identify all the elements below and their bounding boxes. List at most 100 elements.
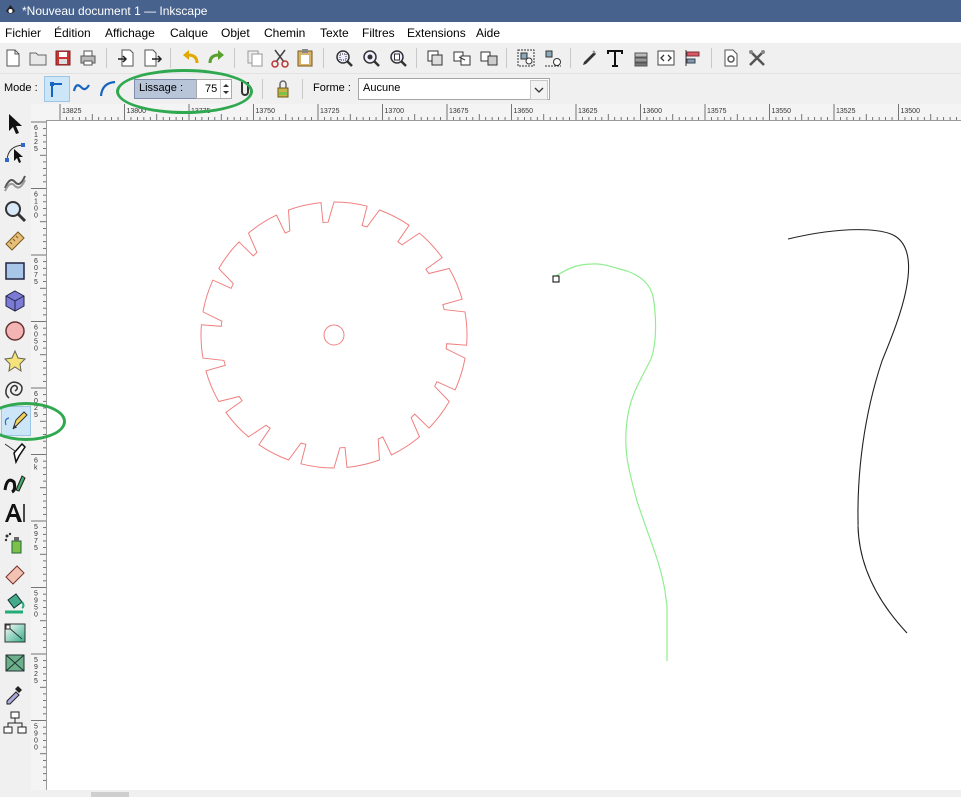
star-icon	[3, 349, 27, 373]
vertical-ruler[interactable]: 612561006075605060256k5975595059255900	[31, 120, 47, 790]
zoom-drawing-icon	[363, 50, 380, 67]
align-distribute-button[interactable]	[682, 47, 704, 69]
unlink-clone-button[interactable]	[478, 47, 500, 69]
shape-select[interactable]: Aucune	[358, 78, 550, 100]
lpe-button[interactable]	[272, 78, 294, 100]
spiral-icon	[5, 381, 23, 399]
mode-bezier-button[interactable]	[44, 76, 70, 102]
scrollbar-thumb[interactable]	[91, 792, 129, 797]
mode-spiro-button[interactable]	[71, 77, 93, 99]
menu-chemin[interactable]: Chemin	[264, 26, 305, 40]
layers-button[interactable]	[630, 47, 652, 69]
menu-calque[interactable]: Calque	[170, 26, 208, 40]
save-button[interactable]	[52, 47, 74, 69]
zoom-selection-button[interactable]	[333, 47, 355, 69]
ruler-label-char: 2	[34, 405, 38, 412]
shape-dropdown-button[interactable]	[530, 80, 548, 100]
ruler-label-char: 2	[34, 671, 38, 678]
export-button[interactable]	[141, 47, 163, 69]
horizontal-scrollbar[interactable]	[31, 790, 961, 797]
horizontal-ruler[interactable]: 13825 13800 13775 13750 13725 13700 13675 13650…	[46, 104, 961, 121]
paste-icon	[297, 49, 313, 67]
text-font-button[interactable]	[604, 47, 626, 69]
ungroup-button[interactable]	[542, 47, 564, 69]
menu-fichier[interactable]: Fichier	[5, 26, 41, 40]
tool-tweak[interactable]	[2, 168, 28, 194]
pressure-button[interactable]	[234, 78, 256, 100]
tool-pen[interactable]	[2, 440, 28, 466]
separator	[106, 48, 107, 68]
tool-paint-bucket[interactable]	[2, 590, 28, 616]
group-button[interactable]	[515, 47, 537, 69]
vertical-ruler-ticks: 612561006075605060256k5975595059255900	[31, 121, 46, 781]
redo-button[interactable]	[205, 47, 227, 69]
ruler-label-char: 6	[34, 458, 38, 465]
new-document-button[interactable]	[2, 47, 24, 69]
smoothing-input[interactable]: 75	[196, 79, 232, 99]
tool-rectangle[interactable]	[2, 258, 28, 284]
copy-button[interactable]	[244, 47, 266, 69]
drawing-canvas[interactable]	[47, 121, 961, 790]
duplicate-button[interactable]	[424, 47, 446, 69]
tool-zoom[interactable]	[2, 198, 28, 224]
ruler-label-char: 0	[34, 346, 38, 353]
fill-stroke-button[interactable]	[579, 47, 601, 69]
black-curve-path[interactable]	[787, 229, 910, 634]
menu-filtres[interactable]: Filtres	[362, 26, 395, 40]
document-properties-button[interactable]	[720, 47, 742, 69]
open-button[interactable]	[27, 47, 49, 69]
menu-objet[interactable]: Objet	[221, 26, 250, 40]
zoom-page-button[interactable]	[387, 47, 409, 69]
ruler-label-char: 6	[34, 192, 38, 199]
gear-shape[interactable]	[200, 201, 468, 469]
tool-selector[interactable]	[2, 110, 28, 136]
tool-star[interactable]	[2, 348, 28, 374]
cut-button[interactable]	[269, 47, 291, 69]
tool-pencil[interactable]	[1, 406, 31, 436]
tool-eraser[interactable]	[2, 560, 28, 586]
zoom-drawing-button[interactable]	[360, 47, 382, 69]
ruler-label-char: 5	[34, 724, 38, 731]
tool-spray[interactable]	[2, 530, 28, 556]
redo-icon	[208, 50, 224, 64]
path-end-node[interactable]	[552, 275, 560, 283]
tool-ellipse[interactable]	[2, 318, 28, 344]
tool-node-editor[interactable]	[2, 140, 28, 166]
group-icon	[517, 49, 535, 67]
xml-editor-button[interactable]	[655, 47, 677, 69]
tool-3d-box[interactable]	[2, 288, 28, 314]
tool-connector[interactable]	[2, 710, 28, 736]
import-button[interactable]	[116, 47, 138, 69]
layers-icon	[634, 52, 648, 67]
ruler-label-char: 6	[34, 325, 38, 332]
xml-editor-icon	[657, 50, 675, 66]
ruler-label: 13725	[320, 108, 340, 115]
mode-bspline-button[interactable]	[97, 77, 119, 99]
menu-aide[interactable]: Aide	[476, 26, 500, 40]
gear-hub-circle[interactable]	[323, 324, 345, 346]
calligraphy-icon	[3, 475, 26, 494]
tool-spiral[interactable]	[2, 378, 28, 404]
tool-measure[interactable]	[2, 228, 28, 254]
tool-gradient[interactable]	[2, 620, 28, 646]
menu-extensions[interactable]: Extensions	[407, 26, 466, 40]
menu-texte[interactable]: Texte	[320, 26, 349, 40]
undo-button[interactable]	[180, 47, 202, 69]
print-button[interactable]	[77, 47, 99, 69]
commands-bar	[0, 43, 961, 74]
smoothing-spinner[interactable]	[220, 80, 231, 98]
tool-dropper[interactable]	[2, 680, 28, 706]
menu-affichage[interactable]: Affichage	[105, 26, 155, 40]
clone-button[interactable]	[451, 47, 473, 69]
separator	[234, 48, 235, 68]
paste-button[interactable]	[294, 47, 316, 69]
ruler-label-char: 5	[34, 591, 38, 598]
tool-calligraphy[interactable]	[2, 470, 28, 496]
green-freehand-path[interactable]	[555, 263, 668, 661]
preferences-button[interactable]	[746, 47, 768, 69]
menu-edition[interactable]: Édition	[54, 26, 91, 40]
tool-text[interactable]	[2, 500, 28, 526]
node-editor-icon	[5, 143, 25, 163]
ruler-label-char: 9	[34, 531, 38, 538]
tool-mesh[interactable]	[2, 650, 28, 676]
